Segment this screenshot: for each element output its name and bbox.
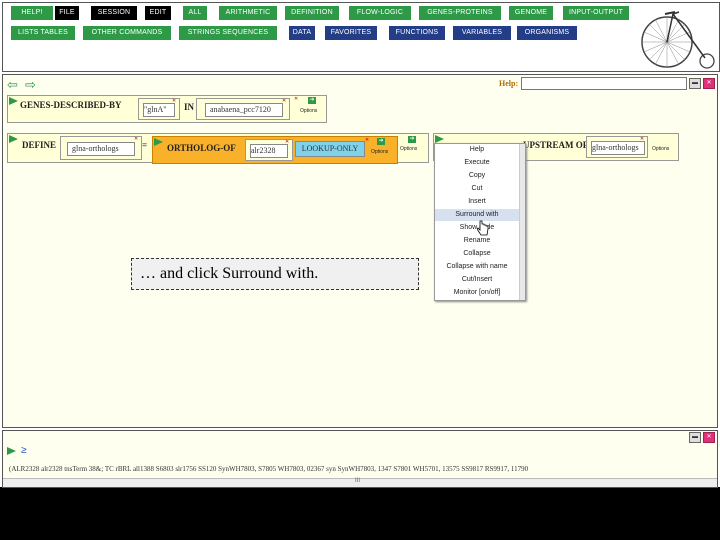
- context-menu-item-cut[interactable]: Cut: [435, 183, 519, 195]
- instruction-callout: … and click Surround with.: [131, 258, 419, 290]
- variable-slot[interactable]: glna-orthologs: [67, 142, 135, 156]
- gene-name-slot[interactable]: "glnA": [143, 103, 175, 117]
- execute-arrow-icon[interactable]: [7, 447, 16, 455]
- in-label: IN: [184, 102, 195, 112]
- menu-button-functions[interactable]: FUNCTIONS: [389, 26, 445, 40]
- workspace-canvas[interactable]: ⇦ ⇨ Help: ▬ ✕ GENES-DESCRIBED-BY ✕ "glnA…: [2, 74, 718, 428]
- menu-button-all[interactable]: ALL: [183, 6, 207, 20]
- hand-cursor-icon: [477, 220, 489, 236]
- context-menu-item-insert[interactable]: Insert: [435, 196, 519, 208]
- context-menu: Help Execute Copy Cut Insert Surround with Sho…: [434, 143, 526, 301]
- result-text: (ALR2328 alr2328 tnsTerm 38&; TC rBRL al…: [9, 465, 529, 473]
- menu-button-other-commands[interactable]: OTHER COMMANDS: [83, 26, 171, 40]
- argument-box[interactable]: ✕ glna-orthologs: [586, 136, 648, 158]
- options-go-icon[interactable]: ➔: [408, 136, 416, 143]
- context-menu-item-copy[interactable]: Copy: [435, 170, 519, 182]
- context-menu-item-collapse-with-name[interactable]: Collapse with name: [435, 261, 519, 273]
- help-search-input[interactable]: [521, 77, 687, 90]
- argument-box[interactable]: ✕ "glnA": [138, 98, 180, 120]
- remove-icon[interactable]: ✕: [294, 97, 299, 102]
- menu-button-genome[interactable]: GENOME: [509, 6, 553, 20]
- menu-button-organisms[interactable]: ORGANISMS: [517, 26, 577, 40]
- menu-button-strings-sequences[interactable]: STRINGS SEQUENCES: [179, 26, 277, 40]
- minimize-icon[interactable]: ▬: [689, 78, 701, 89]
- gene-slot[interactable]: alr2328: [250, 144, 288, 158]
- menu-button-edit[interactable]: EDIT: [145, 6, 171, 20]
- app-window: HELP! FILE SESSION EDIT ALL ARITHMETIC DEFINIT…: [0, 0, 720, 488]
- penny-farthing-logo: [641, 11, 715, 69]
- equals-sign: =: [142, 140, 148, 150]
- execute-arrow-icon[interactable]: [154, 138, 163, 146]
- variable-slot[interactable]: glna-orthologs: [591, 141, 645, 155]
- context-menu-scrollbar[interactable]: [519, 144, 525, 300]
- ortholog-of-box[interactable]: ORTHOLOG-OF ✕ alr2328 LOOKUP-ONLY ➔ Opti…: [152, 136, 398, 164]
- function-title: GENES-DESCRIBED-BY: [20, 100, 122, 110]
- execute-arrow-icon[interactable]: [9, 135, 18, 143]
- lookup-only-flag[interactable]: LOOKUP-ONLY: [295, 141, 365, 157]
- variable-box[interactable]: ✕ glna-orthologs: [60, 136, 142, 160]
- function-title: DEFINE: [22, 140, 57, 150]
- menu-button-arithmetic[interactable]: ARITHMETIC: [219, 6, 277, 20]
- execute-arrow-icon[interactable]: [9, 97, 18, 105]
- menu-button-help[interactable]: HELP!: [11, 6, 53, 20]
- menu-button-file[interactable]: FILE: [55, 6, 79, 20]
- function-title: ORTHOLOG-OF: [167, 143, 236, 153]
- menu-button-data[interactable]: DATA: [289, 26, 315, 40]
- genes-described-by-box[interactable]: GENES-DESCRIBED-BY ✕ "glnA" IN ✕ anabaen…: [7, 95, 327, 123]
- menu-bar: HELP! FILE SESSION EDIT ALL ARITHMETIC DEFINIT…: [2, 2, 720, 72]
- horizontal-scrollbar[interactable]: III: [3, 478, 717, 487]
- options-go-icon[interactable]: ➔: [308, 97, 316, 104]
- context-menu-item-rename[interactable]: Rename: [435, 235, 519, 247]
- options-link[interactable]: Options: [400, 146, 417, 152]
- help-label: Help:: [499, 79, 519, 88]
- menu-button-favorites[interactable]: FAVORITES: [325, 26, 377, 40]
- menu-button-lists-tables[interactable]: LISTS TABLES: [11, 26, 75, 40]
- execute-arrow-icon[interactable]: [435, 135, 444, 143]
- context-menu-item-help[interactable]: Help: [435, 144, 519, 156]
- menu-button-flow-logic[interactable]: FLOW-LOGIC: [349, 6, 411, 20]
- options-go-icon[interactable]: ➔: [377, 138, 385, 145]
- options-link[interactable]: Options: [300, 108, 317, 114]
- menu-button-input-output[interactable]: INPUT-OUTPUT: [563, 6, 629, 20]
- close-icon[interactable]: ✕: [703, 78, 715, 89]
- close-icon[interactable]: ✕: [703, 432, 715, 443]
- forward-arrow-icon[interactable]: ⇨: [25, 78, 36, 91]
- define-box[interactable]: DEFINE ✕ glna-orthologs = ORTHOLOG-OF ✕ …: [7, 133, 429, 164]
- menu-button-definition[interactable]: DEFINITION: [285, 6, 339, 20]
- options-link[interactable]: Options: [652, 146, 669, 152]
- remove-icon[interactable]: ✕: [365, 138, 370, 143]
- options-link[interactable]: Options: [371, 149, 388, 155]
- organism-box[interactable]: ✕ anabaena_pcc7120: [196, 98, 290, 120]
- menu-button-genes-proteins[interactable]: GENES-PROTEINS: [419, 6, 501, 20]
- organism-slot[interactable]: anabaena_pcc7120: [205, 103, 283, 117]
- prompt-symbol: ≥: [21, 445, 27, 456]
- context-menu-item-cut-insert[interactable]: Cut/Insert: [435, 274, 519, 286]
- context-menu-item-execute[interactable]: Execute: [435, 157, 519, 169]
- scroll-thumb-mark[interactable]: III: [355, 478, 360, 484]
- menu-button-session[interactable]: SESSION: [91, 6, 137, 20]
- results-panel: ≥ ▬ ✕ (ALR2328 alr2328 tnsTerm 38&; TC r…: [2, 430, 718, 488]
- context-menu-item-collapse[interactable]: Collapse: [435, 248, 519, 260]
- menu-button-variables[interactable]: VARIABLES: [453, 26, 511, 40]
- context-menu-item-monitor-on-off[interactable]: Monitor [on/off]: [435, 287, 519, 299]
- back-arrow-icon[interactable]: ⇦: [7, 78, 18, 91]
- minimize-icon[interactable]: ▬: [689, 432, 701, 443]
- argument-box[interactable]: ✕ alr2328: [245, 139, 293, 161]
